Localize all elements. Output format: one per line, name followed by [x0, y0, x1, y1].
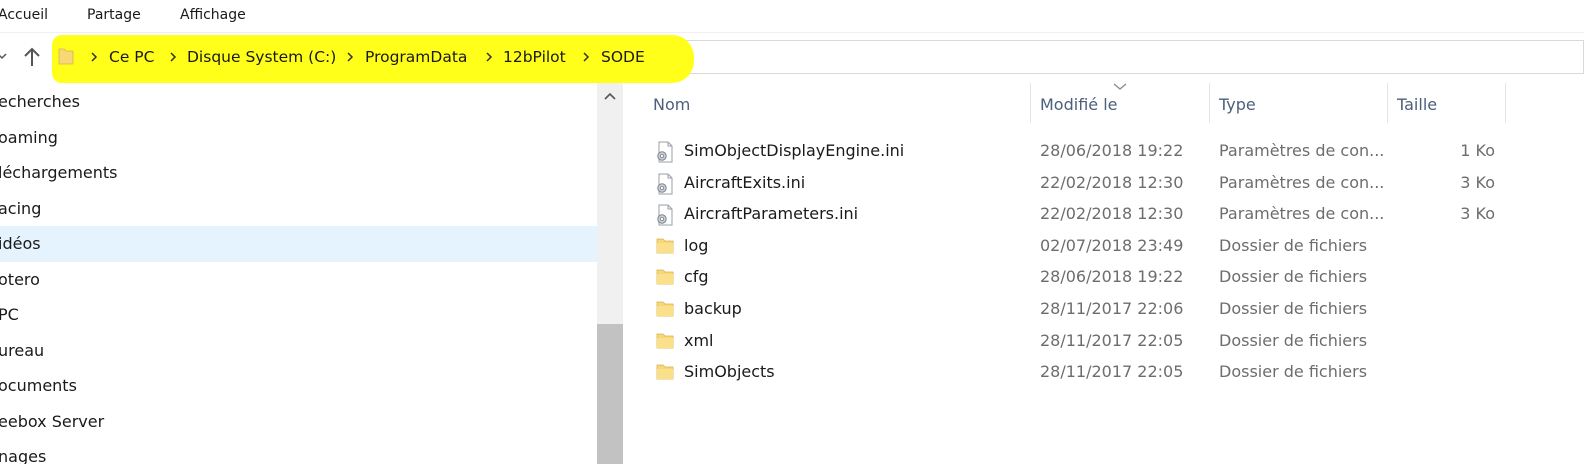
column-header-modified[interactable]: Modifié le	[1040, 95, 1118, 114]
file-size: 1 Ko	[1460, 141, 1495, 160]
folder-icon	[656, 269, 674, 285]
nav-item-roaming[interactable]: oaming	[0, 120, 597, 156]
navigation-pane: echerches oaming léchargements acing idé…	[0, 83, 597, 464]
table-row[interactable]: backup 28/11/2017 22:06 Dossier de fichier…	[623, 293, 1584, 324]
column-divider[interactable]	[1209, 83, 1210, 123]
file-name: cfg	[684, 267, 709, 287]
file-modified: 28/06/2018 19:22	[1040, 141, 1184, 160]
breadcrumb-chevron-icon[interactable]	[90, 52, 98, 62]
nav-item-label: echerches	[0, 92, 80, 111]
file-modified: 22/02/2018 12:30	[1040, 172, 1184, 192]
file-type: Dossier de fichiers	[1219, 299, 1368, 318]
nav-item-documents[interactable]: ocuments	[0, 368, 597, 404]
nav-item-label: ureau	[0, 341, 45, 360]
file-type: Paramètres de con...	[1219, 172, 1385, 192]
file-type: Paramètres de con...	[1219, 204, 1385, 224]
scrollbar-thumb[interactable]	[597, 324, 623, 464]
folder-icon	[656, 238, 674, 254]
nav-item-telechargements[interactable]: léchargements	[0, 155, 597, 191]
column-divider[interactable]	[1387, 83, 1388, 123]
breadcrumb-disque-system[interactable]: Disque System (C:)	[187, 48, 336, 66]
ini-file-icon	[657, 204, 673, 226]
file-size: 3 Ko	[1460, 172, 1495, 192]
file-modified: 28/11/2017 22:05	[1040, 330, 1184, 350]
nav-item-label: acing	[0, 199, 42, 218]
file-modified: 28/06/2018 19:22	[1040, 267, 1184, 287]
address-folder-icon	[58, 48, 74, 65]
ini-file-icon	[657, 141, 673, 163]
nav-item-ce-pc[interactable]: PC	[0, 297, 597, 333]
file-type: Dossier de fichiers	[1219, 235, 1368, 255]
file-modified: 28/11/2017 22:05	[1040, 362, 1184, 382]
file-name: SimObjects	[684, 362, 775, 382]
nav-item-racing[interactable]: acing	[0, 191, 597, 227]
ribbon-tab-affichage[interactable]: Affichage	[180, 7, 246, 23]
nav-item-zotero[interactable]: otero	[0, 262, 597, 298]
breadcrumb-chevron-icon[interactable]	[169, 52, 177, 62]
up-arrow-icon[interactable]	[21, 46, 43, 68]
file-type: Paramètres de con...	[1219, 141, 1385, 160]
file-modified: 02/07/2018 23:49	[1040, 235, 1184, 255]
ribbon-tab-partage[interactable]: Partage	[87, 7, 141, 23]
file-type: Dossier de fichiers	[1219, 362, 1368, 382]
folder-icon	[656, 301, 674, 317]
ini-file-icon	[657, 173, 673, 195]
file-name: SimObjectDisplayEngine.ini	[684, 141, 905, 160]
column-header-type[interactable]: Type	[1219, 95, 1256, 114]
column-header-size[interactable]: Taille	[1397, 95, 1437, 114]
nav-pane-scrollbar[interactable]	[597, 83, 623, 464]
table-row[interactable]: SimObjects 28/11/2017 22:05 Dossier de fic…	[623, 356, 1584, 387]
breadcrumb-ce-pc[interactable]: Ce PC	[109, 48, 154, 66]
file-list: Nom Modifié le Type Taille SimObjectDisp…	[623, 83, 1584, 464]
table-row[interactable]: xml 28/11/2017 22:05 Dossier de fichiers	[623, 325, 1584, 356]
nav-item-bureau[interactable]: ureau	[0, 333, 597, 369]
breadcrumb-sode[interactable]: SODE	[601, 48, 645, 66]
table-row[interactable]: SimObjectDisplayEngine.ini 28/06/2018 19:…	[623, 135, 1584, 166]
table-row[interactable]: AircraftParameters.ini 22/02/2018 12:30 Pa…	[623, 198, 1584, 229]
breadcrumb-chevron-icon[interactable]	[346, 52, 354, 62]
table-row[interactable]: cfg 28/06/2018 19:22 Dossier de fichiers	[623, 261, 1584, 292]
file-modified: 28/11/2017 22:06	[1040, 299, 1184, 318]
file-type: Dossier de fichiers	[1219, 330, 1368, 350]
nav-item-images[interactable]: nages	[0, 439, 597, 464]
nav-item-videos[interactable]: idéos	[0, 226, 597, 262]
breadcrumb-chevron-icon[interactable]	[485, 52, 493, 62]
nav-item-label: nages	[0, 447, 47, 464]
nav-item-recherches[interactable]: echerches	[0, 84, 597, 120]
nav-item-label: eebox Server	[0, 412, 105, 431]
file-name: backup	[684, 299, 742, 318]
breadcrumb-chevron-icon[interactable]	[582, 52, 590, 62]
nav-item-label: léchargements	[0, 163, 118, 182]
file-name: log	[684, 235, 709, 255]
column-divider[interactable]	[1030, 83, 1031, 123]
scroll-up-arrow-icon[interactable]	[603, 91, 617, 101]
file-name: xml	[684, 330, 714, 350]
file-modified: 22/02/2018 12:30	[1040, 204, 1184, 224]
breadcrumb-programdata[interactable]: ProgramData	[365, 48, 467, 66]
recent-locations-chevron-icon[interactable]	[0, 46, 10, 66]
folder-icon	[656, 333, 674, 348]
file-type: Dossier de fichiers	[1219, 267, 1368, 287]
sort-descending-chevron-icon	[1113, 83, 1127, 90]
file-name: AircraftExits.ini	[684, 172, 806, 192]
breadcrumb-12bpilot[interactable]: 12bPilot	[503, 48, 566, 66]
file-size: 3 Ko	[1460, 204, 1495, 224]
file-name: AircraftParameters.ini	[684, 204, 859, 224]
nav-item-label: PC	[0, 305, 19, 324]
column-divider[interactable]	[1505, 83, 1506, 123]
table-row[interactable]: AircraftExits.ini 22/02/2018 12:30 Paramèt…	[623, 167, 1584, 198]
ribbon-tab-accueil[interactable]: Accueil	[0, 7, 48, 23]
table-row[interactable]: log 02/07/2018 23:49 Dossier de fichiers	[623, 230, 1584, 261]
nav-item-freebox-server[interactable]: eebox Server	[0, 404, 597, 440]
ribbon: Accueil Partage Affichage	[0, 0, 1584, 32]
nav-item-label: oaming	[0, 128, 58, 147]
column-header-name[interactable]: Nom	[653, 95, 690, 114]
nav-item-label: ocuments	[0, 376, 77, 395]
address-row: Ce PC Disque System (C:) ProgramData 12b…	[0, 33, 1584, 83]
nav-item-label: otero	[0, 270, 40, 289]
folder-icon	[656, 364, 674, 380]
nav-item-label: idéos	[0, 234, 41, 253]
